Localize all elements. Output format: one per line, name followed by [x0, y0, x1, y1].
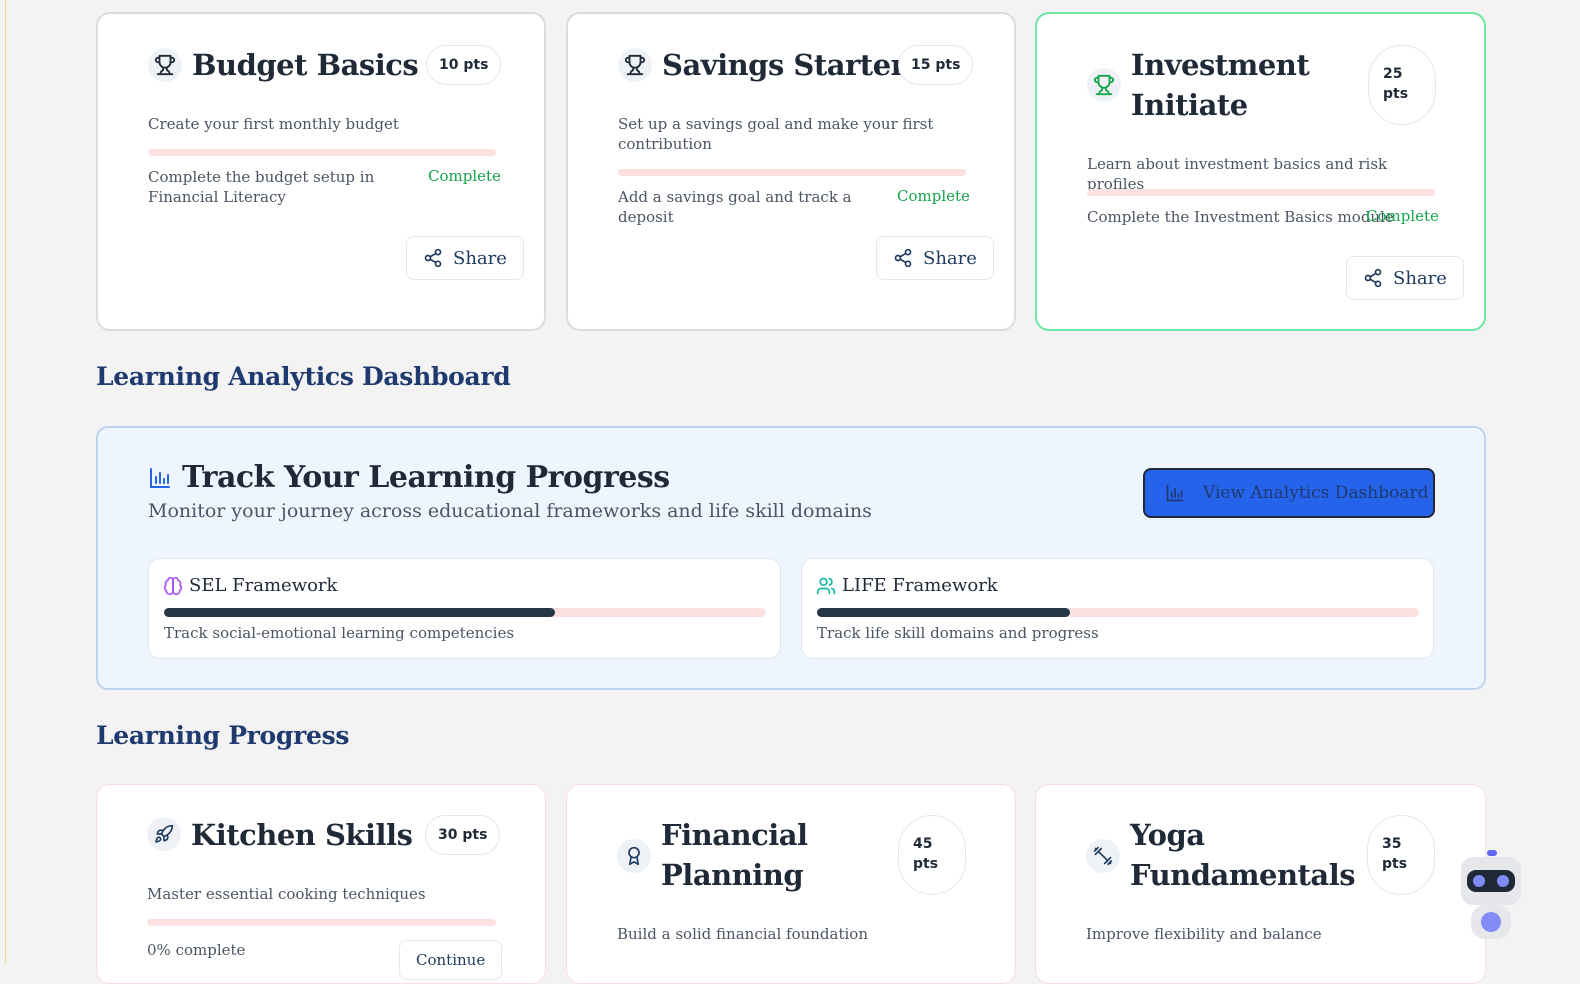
achievement-task: Add a savings goal and track a deposit: [618, 188, 852, 226]
course-card-yoga-fundamentals: Yoga Fundamentals 35 pts Improve flexibi…: [1035, 784, 1486, 984]
achievement-title: Budget Basics: [192, 48, 419, 82]
share-label: Share: [923, 247, 977, 269]
points-badge: 25 pts: [1368, 45, 1436, 125]
course-title-line: Planning: [661, 858, 804, 892]
course-progress-bar: [147, 919, 496, 926]
framework-card-life[interactable]: LIFE Framework Track life skill domains …: [801, 558, 1434, 659]
points-badge: 35 pts: [1367, 815, 1435, 895]
points-badge: 10 pts: [426, 45, 502, 85]
course-progress-text: 0% complete: [147, 941, 246, 959]
brain-icon: [163, 576, 183, 595]
points-value: 45: [913, 836, 933, 852]
framework-progress-track: [817, 608, 1419, 617]
status-complete: Complete: [428, 167, 501, 185]
achievement-task: Complete the budget setup in Financial L…: [148, 168, 375, 206]
course-title: Kitchen Skills: [191, 818, 413, 852]
course-description: Build a solid financial foundation: [617, 925, 868, 943]
points-unit: pts: [1383, 86, 1409, 102]
rocket-icon: [147, 817, 181, 851]
award-icon: [617, 839, 651, 873]
share-icon: [894, 248, 912, 268]
achievement-card-investment-initiate: Investment Initiate 25 pts Learn about i…: [1035, 12, 1486, 331]
course-title: Yoga Fundamentals: [1130, 815, 1356, 895]
framework-progress-fill: [817, 608, 1070, 617]
course-card-kitchen-skills: Kitchen Skills 30 pts Master essential c…: [96, 784, 546, 984]
achievement-card-savings-starter: Savings Starter 15 pts Set up a savings …: [566, 12, 1016, 331]
continue-label: Continue: [416, 951, 486, 969]
points-badge: 45 pts: [898, 815, 966, 895]
view-analytics-label: View Analytics Dashboard: [1203, 483, 1429, 503]
analytics-panel: Track Your Learning Progress Monitor you…: [96, 426, 1486, 690]
framework-description: Track social-emotional learning competen…: [164, 624, 515, 642]
framework-title: LIFE Framework: [816, 575, 998, 596]
course-card-financial-planning: Financial Planning 45 pts Build a solid …: [566, 784, 1016, 984]
points-unit: pts: [913, 856, 939, 872]
course-title: Financial Planning: [661, 815, 808, 895]
section-heading-learning-progress: Learning Progress: [96, 721, 350, 750]
points-badge: 30 pts: [425, 815, 501, 855]
trophy-icon: [618, 48, 652, 82]
share-button[interactable]: Share: [406, 236, 524, 280]
framework-description: Track life skill domains and progress: [817, 624, 1099, 642]
achievement-description: Create your first monthly budget: [148, 115, 399, 133]
continue-button[interactable]: Continue: [399, 940, 503, 980]
course-description: Improve flexibility and balance: [1086, 925, 1322, 943]
course-title-line: Financial: [661, 818, 808, 852]
share-label: Share: [1393, 267, 1447, 289]
framework-name: LIFE Framework: [842, 575, 998, 596]
points-value: 25: [1383, 66, 1403, 82]
achievement-description: Set up a savings goal and make your firs…: [618, 115, 934, 153]
achievement-title-line: Investment: [1131, 48, 1310, 82]
achievement-task: Complete the Investment Basics module: [1087, 208, 1394, 226]
bar-chart-icon: [150, 468, 170, 488]
status-complete: Complete: [897, 187, 970, 205]
achievement-title: Investment Initiate: [1131, 45, 1310, 125]
bar-chart-icon: [1166, 484, 1184, 502]
framework-progress-track: [164, 608, 766, 617]
section-heading-analytics: Learning Analytics Dashboard: [96, 362, 511, 391]
achievement-progress-bar: [148, 149, 496, 156]
framework-title: SEL Framework: [163, 575, 337, 596]
robot-icon: [1461, 850, 1521, 939]
achievement-title: Savings Starter: [662, 48, 906, 82]
share-label: Share: [453, 247, 507, 269]
framework-name: SEL Framework: [189, 575, 338, 596]
trophy-icon: [148, 48, 182, 82]
achievement-card-budget-basics: Budget Basics 10 pts Create your first m…: [96, 12, 546, 331]
points-badge: 15 pts: [898, 45, 974, 85]
points-unit: pts: [1382, 856, 1408, 872]
course-title-line: Yoga: [1130, 818, 1205, 852]
dumbbell-icon: [1086, 839, 1120, 873]
analytics-title: Track Your Learning Progress: [182, 460, 670, 495]
share-icon: [424, 248, 442, 268]
robot-assistant-button[interactable]: [1461, 850, 1521, 940]
course-title-line: Fundamentals: [1130, 858, 1356, 892]
analytics-subtitle: Monitor your journey across educational …: [148, 500, 872, 522]
points-value: 35: [1382, 836, 1402, 852]
course-description: Master essential cooking techniques: [147, 885, 426, 903]
framework-progress-fill: [164, 608, 556, 617]
status-complete: Complete: [1366, 207, 1439, 225]
share-button[interactable]: Share: [876, 236, 994, 280]
share-button[interactable]: Share: [1346, 256, 1464, 300]
trophy-icon: [1087, 68, 1121, 102]
achievement-title-line: Initiate: [1131, 88, 1248, 122]
achievement-progress-bar: [618, 169, 966, 176]
left-border-rule: [5, 0, 6, 964]
achievement-description: Learn about investment basics and risk p…: [1087, 155, 1388, 193]
achievement-progress-bar: [1087, 189, 1435, 196]
framework-card-sel[interactable]: SEL Framework Track social-emotional lea…: [148, 558, 781, 659]
users-icon: [816, 577, 836, 594]
view-analytics-button[interactable]: View Analytics Dashboard: [1143, 468, 1435, 518]
share-icon: [1364, 268, 1382, 288]
